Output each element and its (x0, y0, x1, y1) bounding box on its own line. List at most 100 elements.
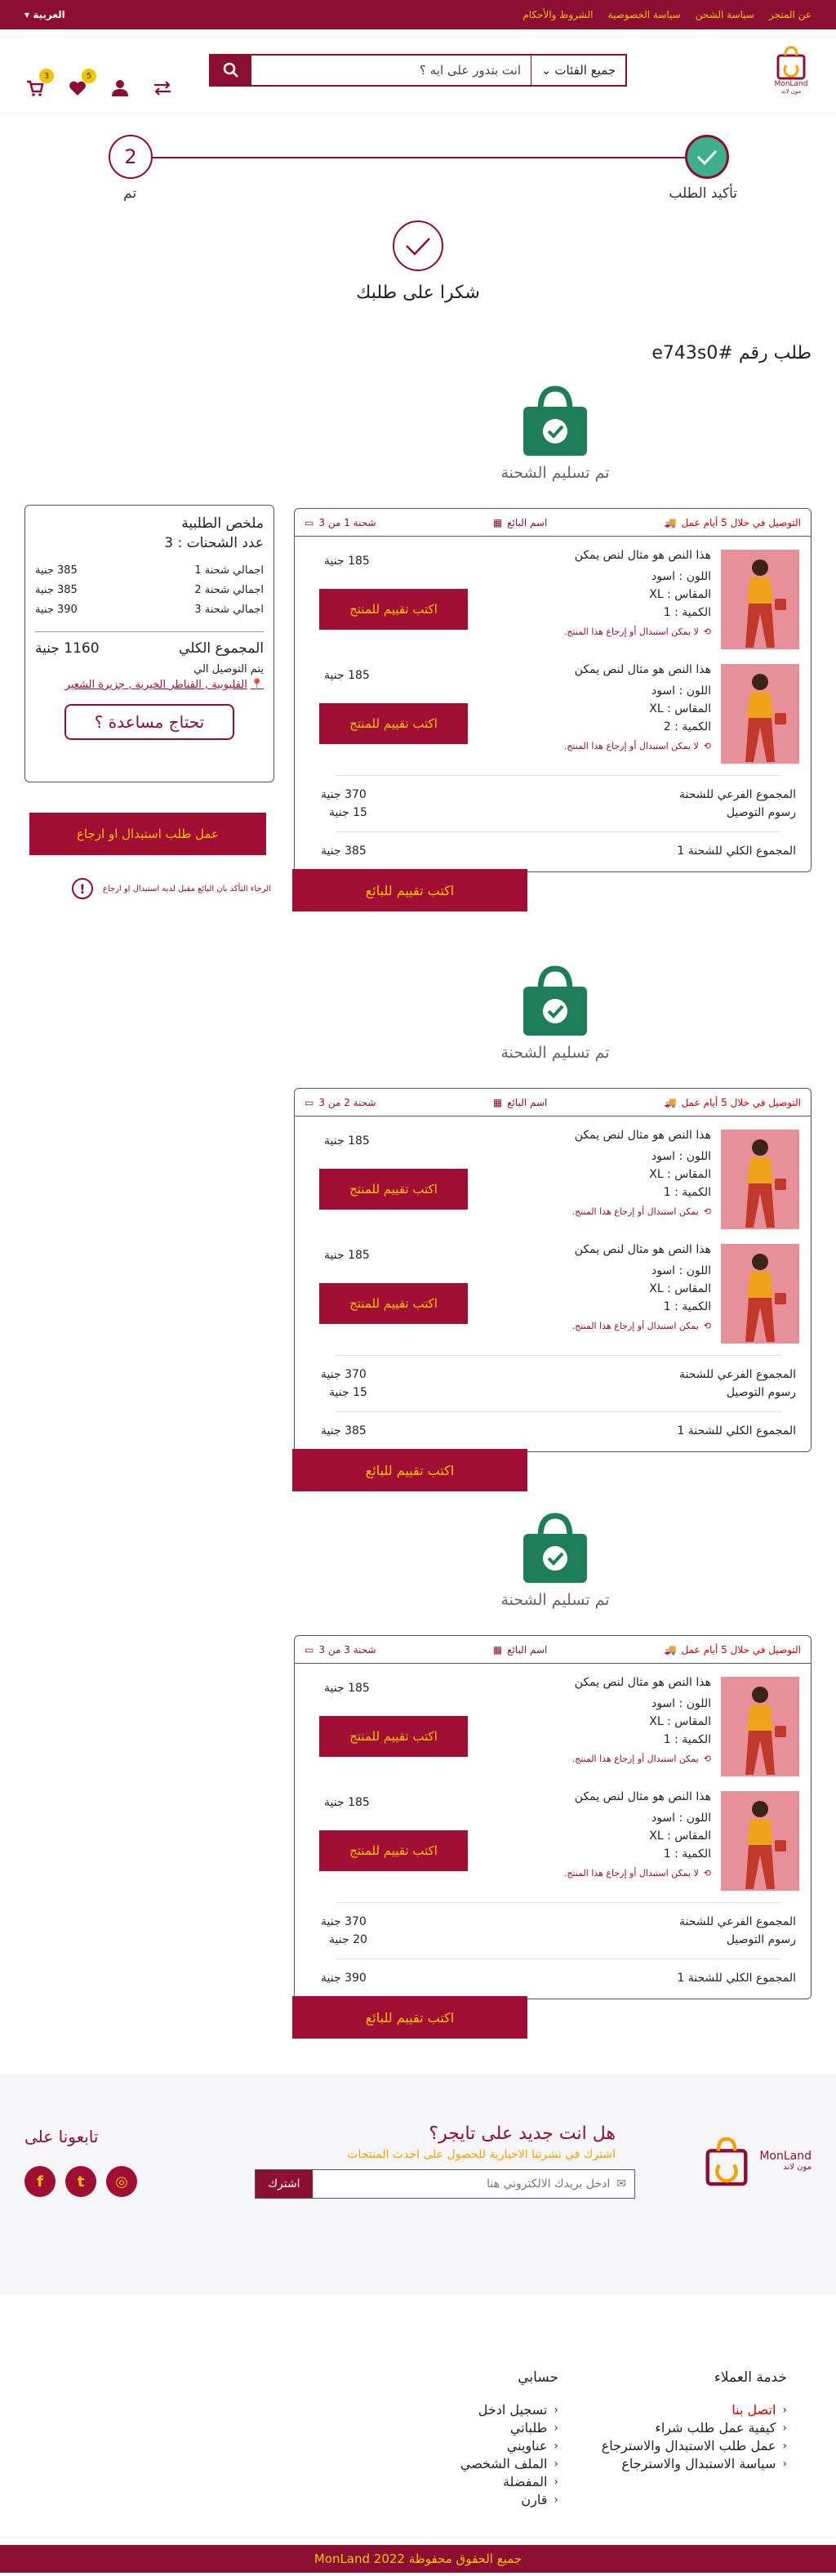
follow-us-title: تابعونا على (24, 2127, 99, 2146)
logo-bag-icon (776, 46, 806, 80)
language-selector[interactable]: العربية ▾ (24, 9, 65, 20)
seller-name[interactable]: اسم البائع ▦ (493, 1097, 548, 1108)
product-image[interactable] (721, 1791, 799, 1891)
footer-link[interactable]: ‹ عناويني (460, 2437, 558, 2455)
footer-logo[interactable]: MonLand مون لاند (648, 2132, 812, 2189)
product-photo (721, 550, 799, 649)
summary-line: اجمالي شحنة 1 385 جنية (35, 561, 264, 581)
shipment-totals: المجموع الفرعي للشحنة 370 جنية رسوم التوصي… (295, 786, 811, 822)
wishlist-button[interactable]: 5 (67, 69, 96, 98)
rate-seller-button[interactable]: اكتب تقييم للبائع (292, 869, 527, 911)
product-title[interactable]: هذا النص هو مثال لنص يمكن (564, 546, 711, 564)
logo[interactable]: MonLand مون لاند (771, 44, 812, 101)
footer-link[interactable]: ‹ طلباتي (460, 2419, 558, 2437)
delivery-address[interactable]: 📍 القليوبية , القناطر الخيرية , جزيرة الش… (35, 679, 264, 691)
logo-subtext: مون لاند (780, 88, 802, 95)
chevron-left-icon: ‹ (554, 2494, 558, 2507)
footer-link[interactable]: ‹ كيفية عمل طلب شراء (602, 2419, 787, 2437)
rate-seller-button[interactable]: اكتب تقييم للبائع (292, 1996, 527, 2039)
instagram-icon[interactable]: ◎ (106, 2166, 137, 2197)
rate-product-button[interactable]: اكتب تقييم للمنتج (319, 1283, 468, 1324)
category-select[interactable]: جميع الفئات ⌄ (531, 56, 625, 85)
top-links: عن المتجر سياسة الشحن سياسة الخصوصية الش… (522, 9, 812, 20)
compare-button[interactable] (152, 78, 173, 98)
shipment-total-label: المجموع الكلي للشحنة 1 (677, 845, 796, 858)
shipping-row: رسوم التوصيل 15 جنية (309, 804, 796, 822)
header-divider (0, 113, 836, 114)
footer-link[interactable]: ‹ عمل طلب الاستبدال والاسترجاع (602, 2437, 787, 2455)
rate-product-button[interactable]: اكتب تقييم للمنتج (319, 1169, 468, 1210)
twitter-icon[interactable]: t (65, 2166, 96, 2197)
shipment-status: تم تسليم الشحنة (294, 962, 816, 1062)
rate-seller-button[interactable]: اكتب تقييم للبائع (292, 1449, 527, 1491)
footer-link[interactable]: ‹ اتصل بنا (602, 2401, 787, 2419)
shipment-number-text: شحنة 2 من 3 (318, 1096, 376, 1108)
shipment-total-label: المجموع الكلي للشحنة 1 (677, 1424, 796, 1437)
footer-link[interactable]: ‹ الملف الشخصي (460, 2455, 558, 2473)
return-request-button[interactable]: عمل طلب استبدال او ارجاع (29, 813, 266, 855)
seller-name[interactable]: اسم البائع ▦ (493, 1644, 548, 1656)
shipment-total-value: 385 جنية (321, 845, 367, 858)
category-label: جميع الفئات (554, 63, 616, 78)
product-title[interactable]: هذا النص هو مثال لنص يمكن (564, 1788, 711, 1806)
summary-line: اجمالي شحنة 2 385 جنية (35, 581, 264, 600)
shipping-row: رسوم التوصيل 15 جنية (309, 1384, 796, 1402)
product-size: المقاس : XL (649, 1715, 711, 1728)
search-button[interactable] (211, 56, 251, 85)
product-item: هذا النص هو مثال لنص يمكن اللون : اسود الم… (295, 1231, 811, 1345)
product-image[interactable] (721, 1244, 799, 1344)
product-info: هذا النص هو مثال لنص يمكن اللون : اسود الم… (564, 546, 711, 641)
product-image[interactable] (721, 664, 799, 764)
rate-product-button[interactable]: اكتب تقييم للمنتج (319, 1716, 468, 1757)
cart-button[interactable]: 3 (24, 69, 54, 98)
top-link-terms[interactable]: الشروط والأحكام (522, 9, 593, 20)
seller-name[interactable]: اسم البائع ▦ (493, 517, 548, 528)
product-image[interactable] (721, 550, 799, 649)
rate-product-button[interactable]: اكتب تقييم للمنتج (319, 1830, 468, 1871)
order-summary: ملخص الطلبية عدد الشحنات : 3 اجمالي شحنة… (24, 505, 274, 782)
divider (336, 1411, 781, 1412)
header: MonLand مون لاند جميع الفئات ⌄ انت بتدور … (0, 29, 836, 113)
footer-logo-text: MonLand (759, 2149, 812, 2163)
shipping-label: رسوم التوصيل (726, 1386, 796, 1399)
product-item: هذا النص هو مثال لنص يمكن اللون : اسود الم… (295, 537, 811, 651)
footer-link[interactable]: ‹ قارن (460, 2491, 558, 2509)
shipping-value: 20 جنية (329, 1933, 367, 1946)
product-title[interactable]: هذا النص هو مثال لنص يمكن (564, 661, 711, 679)
account-button[interactable] (109, 78, 131, 98)
divider (336, 831, 781, 832)
product-color: اللون : اسود (651, 1264, 711, 1277)
help-button[interactable]: تحتاج مساعدة ؟ (64, 704, 234, 740)
summary-divider (35, 631, 264, 632)
footer-link[interactable]: ‹ المفضلة (460, 2473, 558, 2491)
product-title[interactable]: هذا النص هو مثال لنص يمكن (572, 1674, 711, 1691)
product-photo (721, 1791, 799, 1891)
subscribe-button[interactable]: اشترك (256, 2170, 313, 2198)
product-title[interactable]: هذا النص هو مثال لنص يمكن (572, 1126, 711, 1144)
summary-line-value: 390 جنية (35, 604, 78, 616)
email-placeholder: ادخل بريدك الالكتروني هنا (487, 2177, 611, 2190)
footer-link[interactable]: ‹ سياسة الاستبدال والاسترجاع (602, 2455, 787, 2473)
product-info: هذا النص هو مثال لنص يمكن اللون : اسود الم… (572, 1674, 711, 1768)
shipment-number: شحنة 2 من 3 ▭ (305, 1097, 376, 1108)
rate-product-button[interactable]: اكتب تقييم للمنتج (319, 703, 468, 744)
search-input[interactable]: انت بتدور على ايه ؟ (251, 56, 531, 85)
check-icon (696, 149, 718, 166)
rate-product-button[interactable]: اكتب تقييم للمنتج (319, 589, 468, 630)
product-image[interactable] (721, 1130, 799, 1229)
delivery-address-text: القليوبية , القناطر الخيرية , جزيرة الشع… (64, 679, 247, 691)
divider (336, 775, 781, 776)
summary-line-label: اجمالي شحنة 3 (194, 604, 264, 616)
return-icon: ⟲ (703, 1321, 711, 1331)
top-link-privacy[interactable]: سياسة الخصوصية (608, 9, 681, 20)
product-size: المقاس : XL (649, 1829, 711, 1843)
facebook-icon[interactable]: f (24, 2166, 56, 2197)
product-title[interactable]: هذا النص هو مثال لنص يمكن (572, 1241, 711, 1259)
top-link-shipping[interactable]: سياسة الشحن (696, 9, 754, 20)
product-image[interactable] (721, 1677, 799, 1776)
top-link-about[interactable]: عن المتجر (769, 9, 812, 20)
shipment-total-row: المجموع الكلي للشحنة 1 385 جنية (295, 842, 811, 871)
shipment-card-header: التوصيل في خلال 5 أيام عمل 🚚 اسم البائع ▦ شح… (295, 1636, 811, 1664)
footer-link[interactable]: ‹ تسجيل ادخل (460, 2401, 558, 2419)
email-field[interactable]: ✉ ادخل بريدك الالكتروني هنا (313, 2170, 634, 2198)
